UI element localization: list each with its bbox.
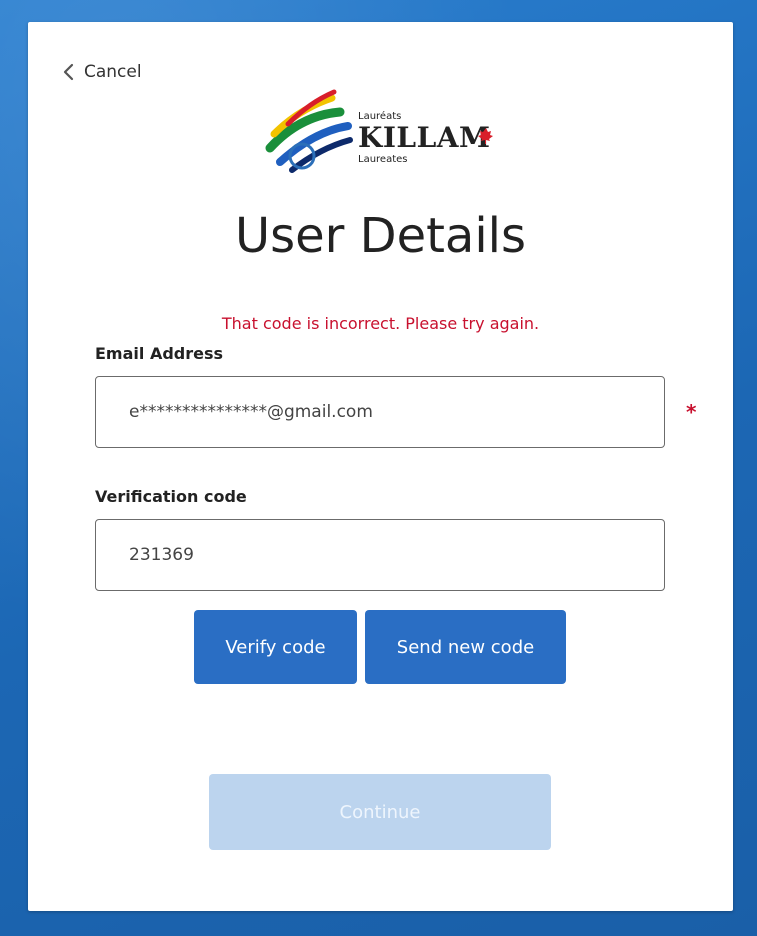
chevron-left-icon — [63, 63, 74, 81]
logo-line-bottom: Laureates — [358, 154, 408, 165]
killam-laureates-logo: Lauréats KILLAM Laureates — [265, 89, 493, 173]
verification-code-label: Verification code — [95, 487, 247, 506]
logo-line-main: KILLAM — [358, 121, 491, 154]
verify-code-button[interactable]: Verify code — [194, 610, 357, 684]
user-details-card: Cancel Lauréats KILLAM Laureates User De… — [28, 22, 733, 911]
error-message: That code is incorrect. Please try again… — [221, 314, 540, 333]
cancel-link[interactable]: Cancel — [62, 62, 142, 82]
cancel-label: Cancel — [84, 62, 142, 82]
required-marker: * — [686, 400, 697, 424]
email-field[interactable] — [95, 376, 665, 448]
page-title: User Details — [234, 208, 527, 264]
logo-emblem-icon — [265, 89, 353, 173]
send-new-code-button[interactable]: Send new code — [365, 610, 566, 684]
verification-code-field[interactable] — [95, 519, 665, 591]
email-label: Email Address — [95, 344, 224, 363]
continue-button[interactable]: Continue — [209, 774, 551, 850]
